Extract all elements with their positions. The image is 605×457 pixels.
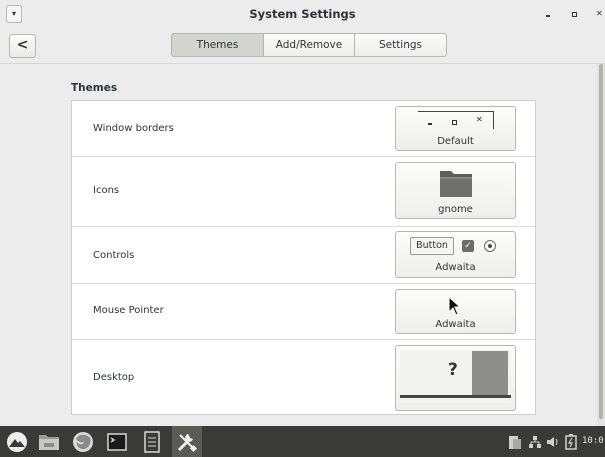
clipboard-icon xyxy=(509,435,521,449)
scrollbar-thumb[interactable] xyxy=(599,64,603,419)
network-icon xyxy=(529,435,541,448)
list-item-desktop: Desktop ? xyxy=(72,340,535,416)
radio-selected-icon xyxy=(484,240,496,252)
preview-sample-button: Button xyxy=(410,237,454,255)
firefox-icon xyxy=(73,431,93,452)
row-label: Window borders xyxy=(93,123,174,134)
controls-value: Adwaita xyxy=(435,262,476,273)
row-label: Controls xyxy=(93,250,135,261)
window-controls-icon: ✕ xyxy=(418,111,494,129)
window-title: System Settings xyxy=(249,7,356,21)
system-settings-button[interactable] xyxy=(172,426,202,457)
checkbox-checked-icon: ✓ xyxy=(462,240,474,252)
list-item-window-borders: Window borders ✕ Default xyxy=(72,101,535,157)
back-icon: < xyxy=(16,37,29,53)
network-button[interactable] xyxy=(527,426,543,457)
list-item-mouse-pointer: Mouse Pointer Adwaita xyxy=(72,284,535,340)
terminal-icon xyxy=(107,432,127,451)
tab-themes[interactable]: Themes xyxy=(171,33,264,57)
battery-icon xyxy=(565,433,577,450)
clipboard-button[interactable] xyxy=(507,426,523,457)
tab-add-remove[interactable]: Add/Remove xyxy=(264,33,355,57)
text-editor-icon xyxy=(144,430,160,453)
volume-icon xyxy=(547,436,558,447)
clock[interactable]: 10:0 xyxy=(582,436,604,446)
tab-settings[interactable]: Settings xyxy=(355,33,447,57)
tab-bar: Themes Add/Remove Settings xyxy=(171,33,447,57)
taskbar: 10:0 xyxy=(0,426,605,457)
row-label: Icons xyxy=(93,185,120,196)
menu-button[interactable] xyxy=(4,426,30,457)
list-item-controls: Controls Button ✓ Adwaita xyxy=(72,227,535,284)
themes-list: Window borders ✕ Default Icons gnome Con… xyxy=(71,100,536,415)
row-label: Desktop xyxy=(93,372,135,383)
mouse-pointer-button[interactable]: Adwaita xyxy=(395,289,516,334)
battery-button[interactable] xyxy=(563,426,579,457)
volume-button[interactable] xyxy=(545,426,561,457)
icons-value: gnome xyxy=(438,204,473,215)
row-label: Mouse Pointer xyxy=(93,305,164,316)
controls-preview: Button ✓ xyxy=(410,237,504,256)
title-bar: ▾ System Settings ✕ xyxy=(0,0,605,30)
file-manager-icon xyxy=(39,434,59,450)
window-borders-button[interactable]: ✕ Default xyxy=(395,106,516,151)
themes-page: Themes Window borders ✕ Default Icons gn… xyxy=(0,64,597,426)
desktop-button[interactable]: ? xyxy=(395,345,516,411)
controls-button[interactable]: Button ✓ Adwaita xyxy=(395,231,516,278)
file-manager-button[interactable] xyxy=(36,426,62,457)
terminal-button[interactable] xyxy=(104,426,130,457)
close-button[interactable]: ✕ xyxy=(596,9,603,18)
text-editor-button[interactable] xyxy=(139,426,165,457)
menu-logo-icon xyxy=(7,431,27,452)
content-scrollbar[interactable] xyxy=(597,64,605,426)
icons-button[interactable]: gnome xyxy=(395,162,516,219)
list-item-icons: Icons gnome xyxy=(72,157,535,227)
folder-icon xyxy=(440,171,472,197)
firefox-button[interactable] xyxy=(70,426,96,457)
desktop-wallpaper-preview: ? xyxy=(400,350,511,403)
close-icon: ✕ xyxy=(596,9,603,18)
cursor-arrow-icon xyxy=(448,296,462,316)
mouse-pointer-value: Adwaita xyxy=(435,319,476,330)
back-button[interactable]: < xyxy=(9,34,36,58)
minimize-button[interactable] xyxy=(546,15,550,17)
maximize-button[interactable] xyxy=(572,12,577,17)
section-title: Themes xyxy=(71,82,118,94)
system-settings-icon xyxy=(177,433,198,452)
window-borders-value: Default xyxy=(437,136,474,147)
question-mark-icon: ? xyxy=(448,360,458,380)
